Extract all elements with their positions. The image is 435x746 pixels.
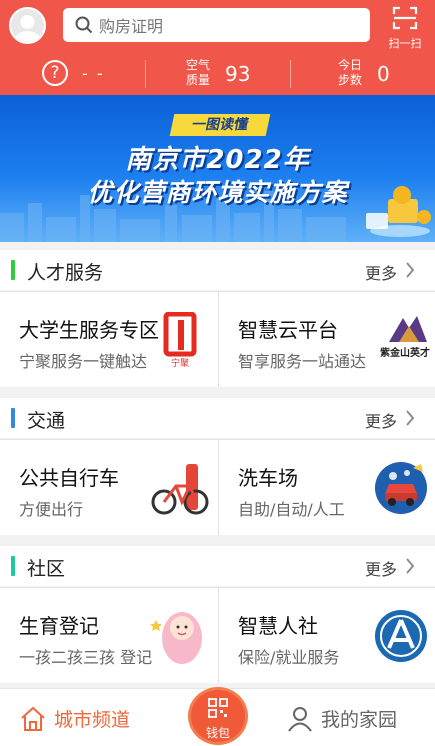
steps-label-bottom: 步数 bbox=[337, 73, 362, 87]
more-link[interactable]: 更多 bbox=[365, 408, 397, 432]
car-wash-icon bbox=[375, 462, 427, 514]
section-title: 社区 bbox=[27, 558, 66, 580]
service-subtitle: 自助/自动/人工 bbox=[238, 500, 345, 519]
ningju-logo-icon: 宁聚 bbox=[163, 312, 197, 368]
section-header-talent: 人才服务 更多 bbox=[0, 250, 435, 290]
service-title: 智慧云平台 bbox=[238, 318, 338, 342]
chevron-right-icon[interactable] bbox=[405, 558, 415, 574]
nav-my-home[interactable]: 我的家园 bbox=[287, 705, 397, 732]
service-subtitle: 一孩二孩三孩 登记 bbox=[19, 648, 153, 667]
air-quality-value: 93 bbox=[225, 62, 251, 86]
bicycle-icon bbox=[151, 464, 209, 515]
air-label-bottom: 质量 bbox=[185, 73, 210, 87]
divider bbox=[290, 60, 291, 88]
section-accent-bar bbox=[11, 260, 15, 280]
qr-code-icon bbox=[208, 698, 228, 718]
wallet-label: 钱包 bbox=[205, 726, 230, 740]
zijinshan-talent-logo-icon: 紫金山英才 bbox=[380, 316, 430, 359]
search-input[interactable]: 购房证明 bbox=[63, 8, 370, 42]
service-card-smart-hr[interactable]: 智慧人社 保险/就业服务 bbox=[218, 588, 435, 683]
question-icon[interactable]: ? bbox=[42, 60, 68, 86]
chevron-right-icon[interactable] bbox=[405, 262, 415, 278]
air-label-top: 空气 bbox=[185, 58, 210, 72]
person-icon bbox=[288, 706, 312, 732]
scan-button[interactable]: 扫一扫 bbox=[383, 6, 427, 50]
air-quality-label: 空气 质量 bbox=[184, 58, 212, 88]
nav-home-label: 我的家园 bbox=[321, 709, 398, 731]
status-row: ? - - 空气 质量 93 今日 步数 0 bbox=[0, 52, 435, 95]
service-card-car-wash[interactable]: 洗车场 自助/自动/人工 bbox=[218, 440, 435, 535]
divider bbox=[145, 60, 146, 88]
steps-label: 今日 步数 bbox=[336, 58, 364, 88]
section-title: 人才服务 bbox=[27, 262, 104, 284]
service-subtitle: 宁聚服务一键触达 bbox=[19, 352, 148, 371]
service-subtitle: 智享服务一站通达 bbox=[238, 352, 367, 371]
service-title: 智慧人社 bbox=[238, 614, 318, 638]
section-title: 交通 bbox=[27, 410, 66, 432]
service-subtitle: 保险/就业服务 bbox=[238, 648, 340, 667]
wallet-button[interactable]: 钱包 bbox=[191, 690, 245, 742]
service-row: 生育登记 一孩二孩三孩 登记 智慧人社 保险/就业服务 bbox=[0, 587, 435, 683]
scan-icon bbox=[392, 6, 418, 30]
service-row: 大学生服务专区 宁聚服务一键触达 宁聚 智慧云平台 智享服务一站通达 紫金山英才 bbox=[0, 291, 435, 387]
more-link[interactable]: 更多 bbox=[365, 260, 397, 284]
steps-value: 0 bbox=[377, 62, 390, 86]
service-row: 公共自行车 方便出行 洗车场 自助/自动/人工 bbox=[0, 439, 435, 535]
unknown-status-value: - - bbox=[82, 64, 105, 83]
avatar[interactable] bbox=[9, 7, 46, 44]
top-header: 购房证明 扫一扫 ? - - 空气 质量 93 今日 步数 0 bbox=[0, 0, 435, 95]
nav-city-label: 城市频道 bbox=[54, 709, 131, 731]
service-title: 洗车场 bbox=[238, 466, 298, 490]
promo-banner[interactable]: 一图读懂 南京市2022年 优化营商环境实施方案 bbox=[0, 95, 435, 242]
chevron-right-icon[interactable] bbox=[405, 410, 415, 426]
service-card-cloud-platform[interactable]: 智慧云平台 智享服务一站通达 紫金山英才 bbox=[218, 292, 435, 387]
more-link[interactable]: 更多 bbox=[365, 556, 397, 580]
section-header-community: 社区 更多 bbox=[0, 546, 435, 586]
service-card-public-bike[interactable]: 公共自行车 方便出行 bbox=[0, 440, 217, 535]
user-silhouette-icon bbox=[14, 15, 41, 42]
service-subtitle: 方便出行 bbox=[19, 500, 84, 519]
section-accent-bar bbox=[11, 408, 15, 428]
service-title: 生育登记 bbox=[19, 614, 99, 638]
section-accent-bar bbox=[11, 556, 15, 576]
banner-tag: 一图读懂 bbox=[169, 114, 271, 136]
service-card-birth-registration[interactable]: 生育登记 一孩二孩三孩 登记 bbox=[0, 588, 217, 683]
hr-social-security-logo-icon bbox=[375, 610, 427, 662]
nav-city-channel[interactable]: 城市频道 bbox=[20, 705, 130, 732]
service-title: 大学生服务专区 bbox=[19, 318, 159, 342]
banner-title-line2: 优化营商环境实施方案 bbox=[87, 178, 348, 207]
steps-label-top: 今日 bbox=[337, 58, 362, 72]
baby-icon bbox=[150, 612, 202, 664]
scan-label: 扫一扫 bbox=[388, 37, 422, 50]
service-card-college[interactable]: 大学生服务专区 宁聚服务一键触达 宁聚 bbox=[0, 292, 217, 387]
section-header-traffic: 交通 更多 bbox=[0, 398, 435, 438]
search-placeholder: 购房证明 bbox=[99, 17, 164, 36]
zijinshan-logo-text: 紫金山英才 bbox=[380, 346, 430, 359]
service-title: 公共自行车 bbox=[19, 466, 119, 490]
ningju-logo-text: 宁聚 bbox=[171, 357, 189, 368]
banner-title-line1: 南京市2022年 bbox=[125, 145, 310, 175]
search-icon bbox=[75, 16, 93, 34]
home-icon bbox=[21, 706, 45, 731]
